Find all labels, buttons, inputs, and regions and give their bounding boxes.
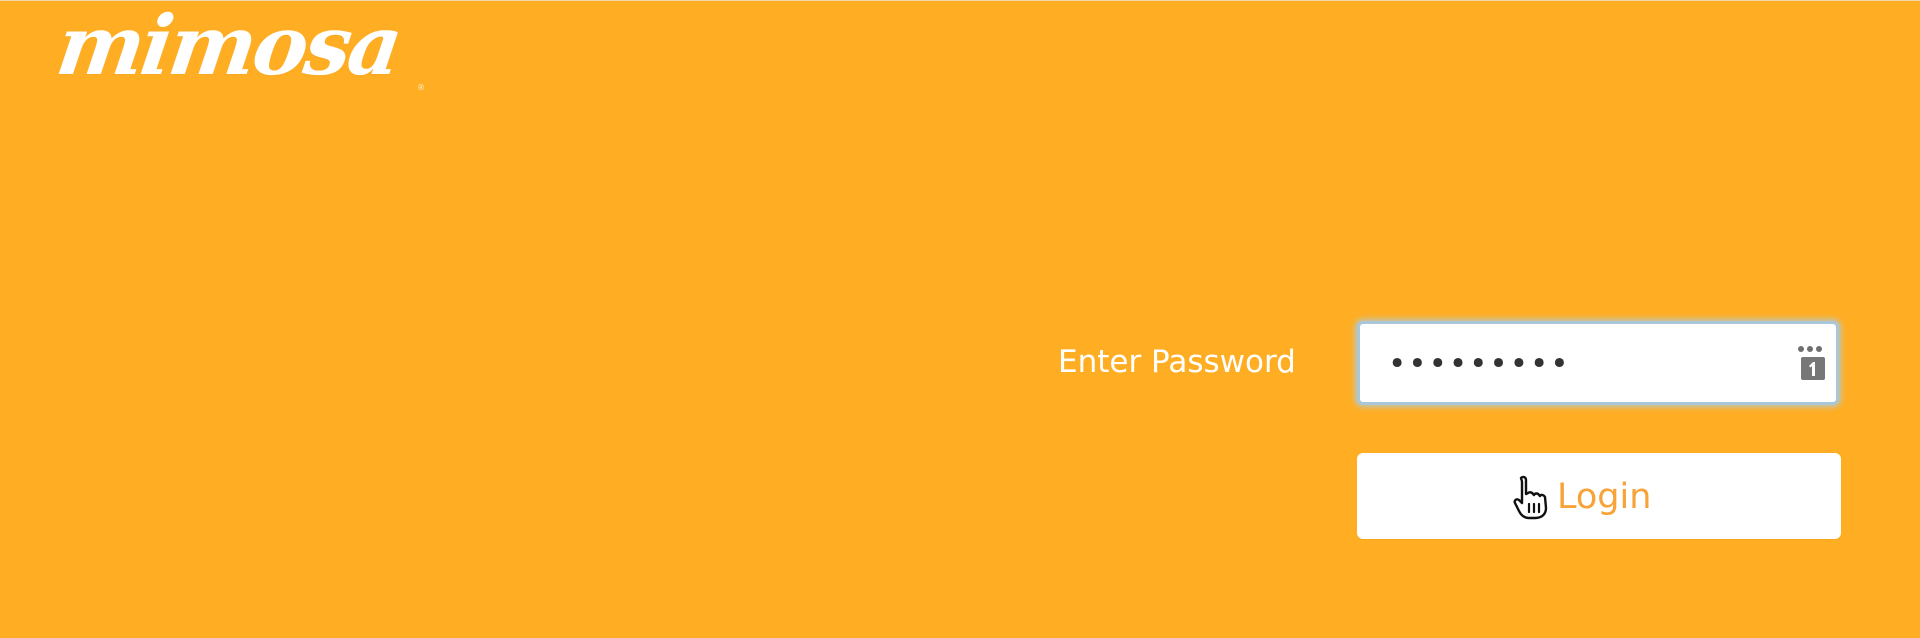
password-manager-icon[interactable] [1796, 342, 1830, 386]
login-label: Login [1557, 477, 1652, 517]
login-form: Enter Password ••••••••• Login [0, 1, 1920, 638]
login-button[interactable]: Login [1357, 453, 1841, 539]
password-input[interactable] [1388, 344, 1778, 384]
password-field-container[interactable] [1357, 321, 1839, 405]
password-label: Enter Password [1058, 344, 1296, 380]
login-button-content: Login [1511, 474, 1652, 520]
pointer-cursor-icon [1511, 474, 1551, 520]
login-page: mimosa ® Enter Password ••••••••• Login [0, 0, 1920, 638]
